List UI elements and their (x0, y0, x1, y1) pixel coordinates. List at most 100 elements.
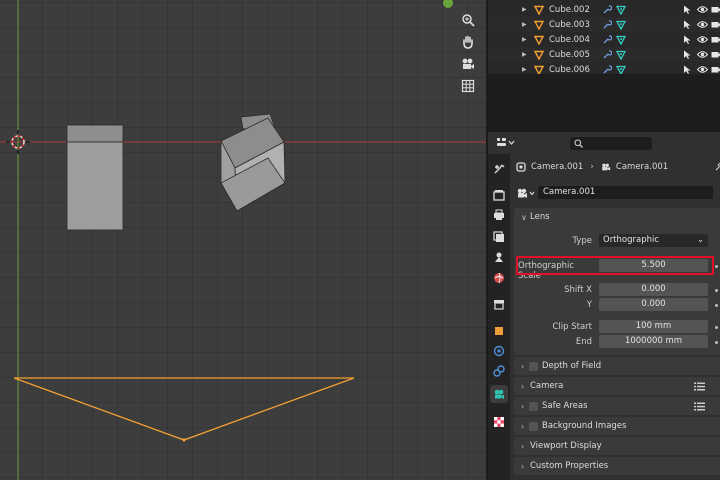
modifier-wrench-icon[interactable] (602, 4, 612, 15)
visibility-eye-icon[interactable] (697, 5, 708, 14)
visibility-eye-icon[interactable] (697, 20, 708, 29)
view-layer-tab[interactable] (492, 230, 506, 244)
texture-checker-icon (494, 417, 504, 427)
render-camera-icon[interactable] (711, 35, 720, 44)
lens-type-dropdown[interactable]: Orthographic ⌄ (599, 234, 708, 247)
shift-y-field[interactable]: 0.000 (599, 298, 708, 311)
mesh-data-icon[interactable] (616, 35, 626, 45)
mesh-data-icon[interactable] (616, 20, 626, 30)
depth-of-field-panel-header[interactable]: › Depth of Field (514, 357, 720, 375)
outliner-row[interactable]: ▶ Cube.003 (488, 17, 720, 32)
lens-panel-header[interactable]: ∨ Lens (514, 208, 720, 226)
outliner-item-label[interactable]: Cube.002 (549, 5, 590, 15)
shift-x-label: Shift X (564, 285, 592, 295)
type-label: Type (572, 236, 592, 246)
safe-areas-panel[interactable]: › Safe Areas (514, 397, 720, 415)
selectable-arrow-icon[interactable] (683, 65, 692, 74)
modifier-wrench-icon[interactable] (602, 34, 612, 45)
selectable-arrow-icon[interactable] (683, 50, 692, 59)
properties-search-input[interactable] (570, 137, 652, 150)
expand-arrow-icon[interactable]: ▶ (522, 6, 527, 13)
3d-viewport[interactable] (0, 0, 486, 480)
outliner-row[interactable]: ▶ Cube.002 (488, 2, 720, 17)
keyframe-dot-icon[interactable] (715, 304, 718, 307)
shift-x-field[interactable]: 0.000 (599, 283, 708, 296)
render-tab[interactable] (492, 188, 506, 202)
expand-arrow-icon[interactable]: ▶ (522, 36, 527, 43)
camera-panel[interactable]: › Camera (514, 377, 720, 395)
constraints-tab[interactable] (492, 364, 506, 378)
lens-panel-title: Lens (530, 212, 550, 222)
selectable-arrow-icon[interactable] (683, 20, 692, 29)
clip-start-field[interactable]: 100 mm (599, 320, 708, 333)
safe-areas-panel-header[interactable]: › Safe Areas (514, 397, 720, 415)
custom-properties-panel-header[interactable]: › Custom Properties (514, 457, 720, 475)
zoom-icon[interactable] (457, 10, 479, 30)
datablock-browse-button[interactable] (516, 185, 538, 200)
outliner-row[interactable]: ▶ Cube.005 (488, 47, 720, 62)
keyframe-dot-icon[interactable] (715, 289, 718, 292)
modifier-wrench-icon[interactable] (602, 49, 612, 60)
clip-end-field[interactable]: 1000000 mm (599, 335, 708, 348)
background-images-panel[interactable]: › Background Images (514, 417, 720, 435)
render-camera-icon[interactable] (711, 5, 720, 14)
selectable-arrow-icon[interactable] (683, 35, 692, 44)
editor-type-icon[interactable] (496, 137, 516, 149)
outliner-row[interactable]: ▶ Cube.004 (488, 32, 720, 47)
background-images-panel-header[interactable]: › Background Images (514, 417, 720, 435)
camera-data-icon (602, 163, 611, 171)
object-tab[interactable] (492, 324, 506, 338)
view-layer-icon (493, 231, 504, 242)
pin-icon[interactable] (714, 162, 720, 172)
outliner-item-label[interactable]: Cube.005 (549, 50, 590, 60)
outliner-item-label[interactable]: Cube.004 (549, 35, 590, 45)
camera-data-tab[interactable] (490, 385, 508, 403)
expand-arrow-icon[interactable]: ▶ (522, 21, 527, 28)
viewport-display-panel-header[interactable]: › Viewport Display (514, 437, 720, 455)
outliner-item-label[interactable]: Cube.003 (549, 20, 590, 30)
expand-arrow-icon[interactable]: ▶ (522, 51, 527, 58)
render-camera-icon[interactable] (711, 20, 720, 29)
chevron-right-icon: › (521, 381, 525, 391)
datablock-name-field[interactable]: Camera.001 (538, 186, 713, 199)
object-square-icon (495, 327, 503, 335)
keyframe-dot-icon[interactable] (715, 326, 718, 329)
ortho-grid-icon[interactable] (457, 76, 479, 96)
outliner[interactable]: ▶ Cube.002 ▶ Cube.003 ▶ Cube.004 ▶ Cube.… (488, 0, 720, 74)
custom-properties-panel[interactable]: › Custom Properties (514, 457, 720, 475)
camera-panel-header[interactable]: › Camera (514, 377, 720, 395)
render-camera-icon[interactable] (711, 50, 720, 59)
outliner-row[interactable]: ▶ Cube.006 (488, 62, 720, 74)
keyframe-dot-icon[interactable] (715, 265, 718, 268)
visibility-eye-icon[interactable] (697, 35, 708, 44)
background-images-checkbox[interactable] (529, 421, 538, 431)
tool-tab[interactable] (492, 162, 506, 176)
viewport-display-panel[interactable]: › Viewport Display (514, 437, 720, 455)
visibility-eye-icon[interactable] (697, 50, 708, 59)
presets-list-icon[interactable] (694, 382, 705, 391)
render-camera-icon[interactable] (711, 65, 720, 74)
modifier-wrench-icon[interactable] (602, 19, 612, 30)
mesh-data-icon[interactable] (616, 65, 626, 75)
texture-tab[interactable] (492, 415, 506, 429)
depth-of-field-panel[interactable]: › Depth of Field (514, 357, 720, 375)
selectable-arrow-icon[interactable] (683, 5, 692, 14)
mesh-data-icon[interactable] (616, 50, 626, 60)
camera-view-icon[interactable] (457, 54, 479, 74)
presets-list-icon[interactable] (694, 402, 705, 411)
world-tab[interactable] (492, 271, 506, 285)
keyframe-dot-icon[interactable] (715, 341, 718, 344)
safe-areas-checkbox[interactable] (529, 401, 538, 411)
visibility-eye-icon[interactable] (697, 65, 708, 74)
depth-of-field-checkbox[interactable] (529, 361, 538, 371)
mesh-data-icon[interactable] (616, 5, 626, 15)
physics-tab[interactable] (492, 344, 506, 358)
viewport-scene[interactable] (0, 0, 486, 480)
collection-tab[interactable] (492, 297, 506, 311)
pan-hand-icon[interactable] (457, 32, 479, 52)
modifier-wrench-icon[interactable] (602, 64, 612, 75)
scene-tab[interactable] (492, 250, 506, 264)
expand-arrow-icon[interactable]: ▶ (522, 66, 527, 73)
outliner-item-label[interactable]: Cube.006 (549, 65, 590, 75)
output-tab[interactable] (492, 208, 506, 222)
